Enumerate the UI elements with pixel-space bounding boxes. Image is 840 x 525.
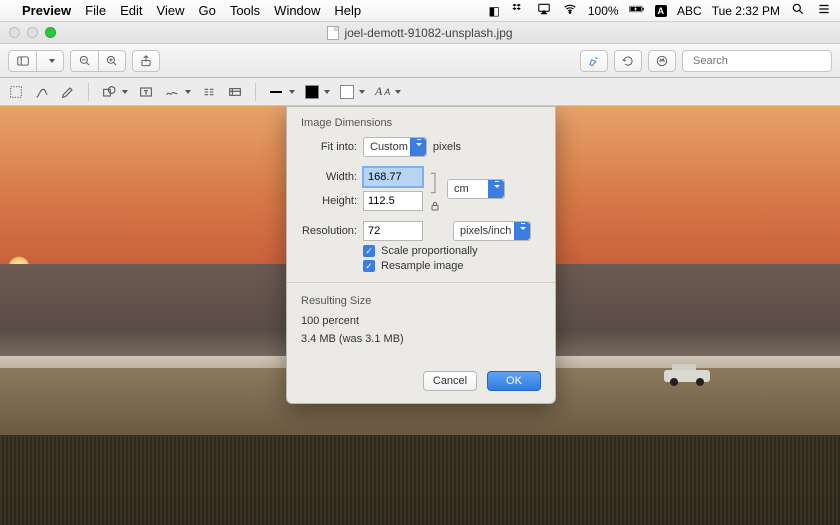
- resulting-bytes: 3.4 MB (was 3.1 MB): [301, 333, 541, 345]
- image-content-car: [664, 364, 710, 386]
- markup-toolbar: AA: [0, 78, 840, 106]
- search-field-wrap[interactable]: [682, 50, 832, 72]
- fit-into-select[interactable]: Custom: [363, 137, 427, 157]
- resulting-size-title: Resulting Size: [301, 295, 541, 307]
- share-button[interactable]: [132, 50, 160, 72]
- width-input[interactable]: [363, 167, 423, 187]
- clock[interactable]: Tue 2:32 PM: [712, 4, 780, 18]
- sidebar-mode-dropdown[interactable]: [36, 50, 64, 72]
- shapes-dropdown[interactable]: [101, 82, 128, 102]
- main-toolbar: [0, 44, 840, 78]
- resolution-label: Resolution:: [301, 225, 357, 237]
- menu-window[interactable]: Window: [274, 3, 320, 18]
- rotate-button[interactable]: [614, 50, 642, 72]
- search-input[interactable]: [693, 55, 835, 67]
- resample-image-checkbox[interactable]: ✓ Resample image: [363, 260, 541, 272]
- text-style-dropdown[interactable]: AA: [375, 82, 401, 102]
- zoom-in-button[interactable]: [98, 50, 126, 72]
- dialog-section-title: Image Dimensions: [301, 117, 541, 129]
- height-label: Height:: [301, 195, 357, 207]
- fit-into-label: Fit into:: [301, 141, 357, 153]
- window-titlebar: joel-demott-91082-unsplash.jpg: [0, 22, 840, 44]
- lock-icon: [429, 200, 441, 212]
- line-style-dropdown[interactable]: [268, 82, 295, 102]
- resolution-unit-select[interactable]: pixels/inch: [453, 221, 531, 241]
- resolution-input[interactable]: [363, 221, 423, 241]
- selection-tool[interactable]: [8, 82, 24, 102]
- adjust-color-tool[interactable]: [201, 82, 217, 102]
- proportional-link-icon: [426, 166, 444, 212]
- status-app-icon[interactable]: ◧: [489, 4, 500, 18]
- app-menu[interactable]: Preview: [22, 3, 71, 18]
- input-source-badge[interactable]: A: [655, 5, 668, 17]
- adjust-size-tool[interactable]: [227, 82, 243, 102]
- width-label: Width:: [301, 171, 357, 183]
- ok-button[interactable]: OK: [487, 371, 541, 391]
- menu-edit[interactable]: Edit: [120, 3, 142, 18]
- menu-view[interactable]: View: [157, 3, 185, 18]
- cancel-button[interactable]: Cancel: [423, 371, 477, 391]
- system-menubar: Preview File Edit View Go Tools Window H…: [0, 0, 840, 22]
- image-canvas: Image Dimensions Fit into: Custom pixels…: [0, 106, 840, 525]
- height-input[interactable]: [363, 191, 423, 211]
- menu-tools[interactable]: Tools: [230, 3, 260, 18]
- checkbox-checked-icon: ✓: [363, 245, 375, 257]
- window-title: joel-demott-91082-unsplash.jpg: [344, 26, 512, 40]
- menu-help[interactable]: Help: [334, 3, 361, 18]
- instant-alpha-tool[interactable]: [34, 82, 50, 102]
- airplay-icon[interactable]: [536, 2, 552, 19]
- spotlight-icon[interactable]: [790, 2, 806, 19]
- scale-proportionally-checkbox[interactable]: ✓ Scale proportionally: [363, 245, 541, 257]
- fit-into-unit: pixels: [433, 141, 461, 153]
- sidebar-toggle-button[interactable]: [8, 50, 36, 72]
- highlight-button[interactable]: [580, 50, 608, 72]
- checkbox-checked-icon: ✓: [363, 260, 375, 272]
- wifi-icon[interactable]: [562, 2, 578, 19]
- menu-go[interactable]: Go: [198, 3, 215, 18]
- dimension-unit-select[interactable]: cm: [447, 179, 505, 199]
- adjust-size-dialog: Image Dimensions Fit into: Custom pixels…: [286, 106, 556, 404]
- dropbox-icon[interactable]: [510, 2, 526, 19]
- input-source-label[interactable]: ABC: [677, 4, 702, 18]
- notification-center-icon[interactable]: [816, 2, 832, 19]
- draw-tool[interactable]: [60, 82, 76, 102]
- document-proxy-icon[interactable]: [327, 26, 339, 40]
- battery-icon[interactable]: [629, 2, 645, 19]
- battery-percent: 100%: [588, 4, 619, 18]
- sign-dropdown[interactable]: [164, 82, 191, 102]
- fill-color-dropdown[interactable]: [340, 82, 365, 102]
- resulting-percent: 100 percent: [301, 315, 541, 327]
- markup-button[interactable]: [648, 50, 676, 72]
- text-tool[interactable]: [138, 82, 154, 102]
- stroke-color-dropdown[interactable]: [305, 82, 330, 102]
- zoom-out-button[interactable]: [70, 50, 98, 72]
- menu-file[interactable]: File: [85, 3, 106, 18]
